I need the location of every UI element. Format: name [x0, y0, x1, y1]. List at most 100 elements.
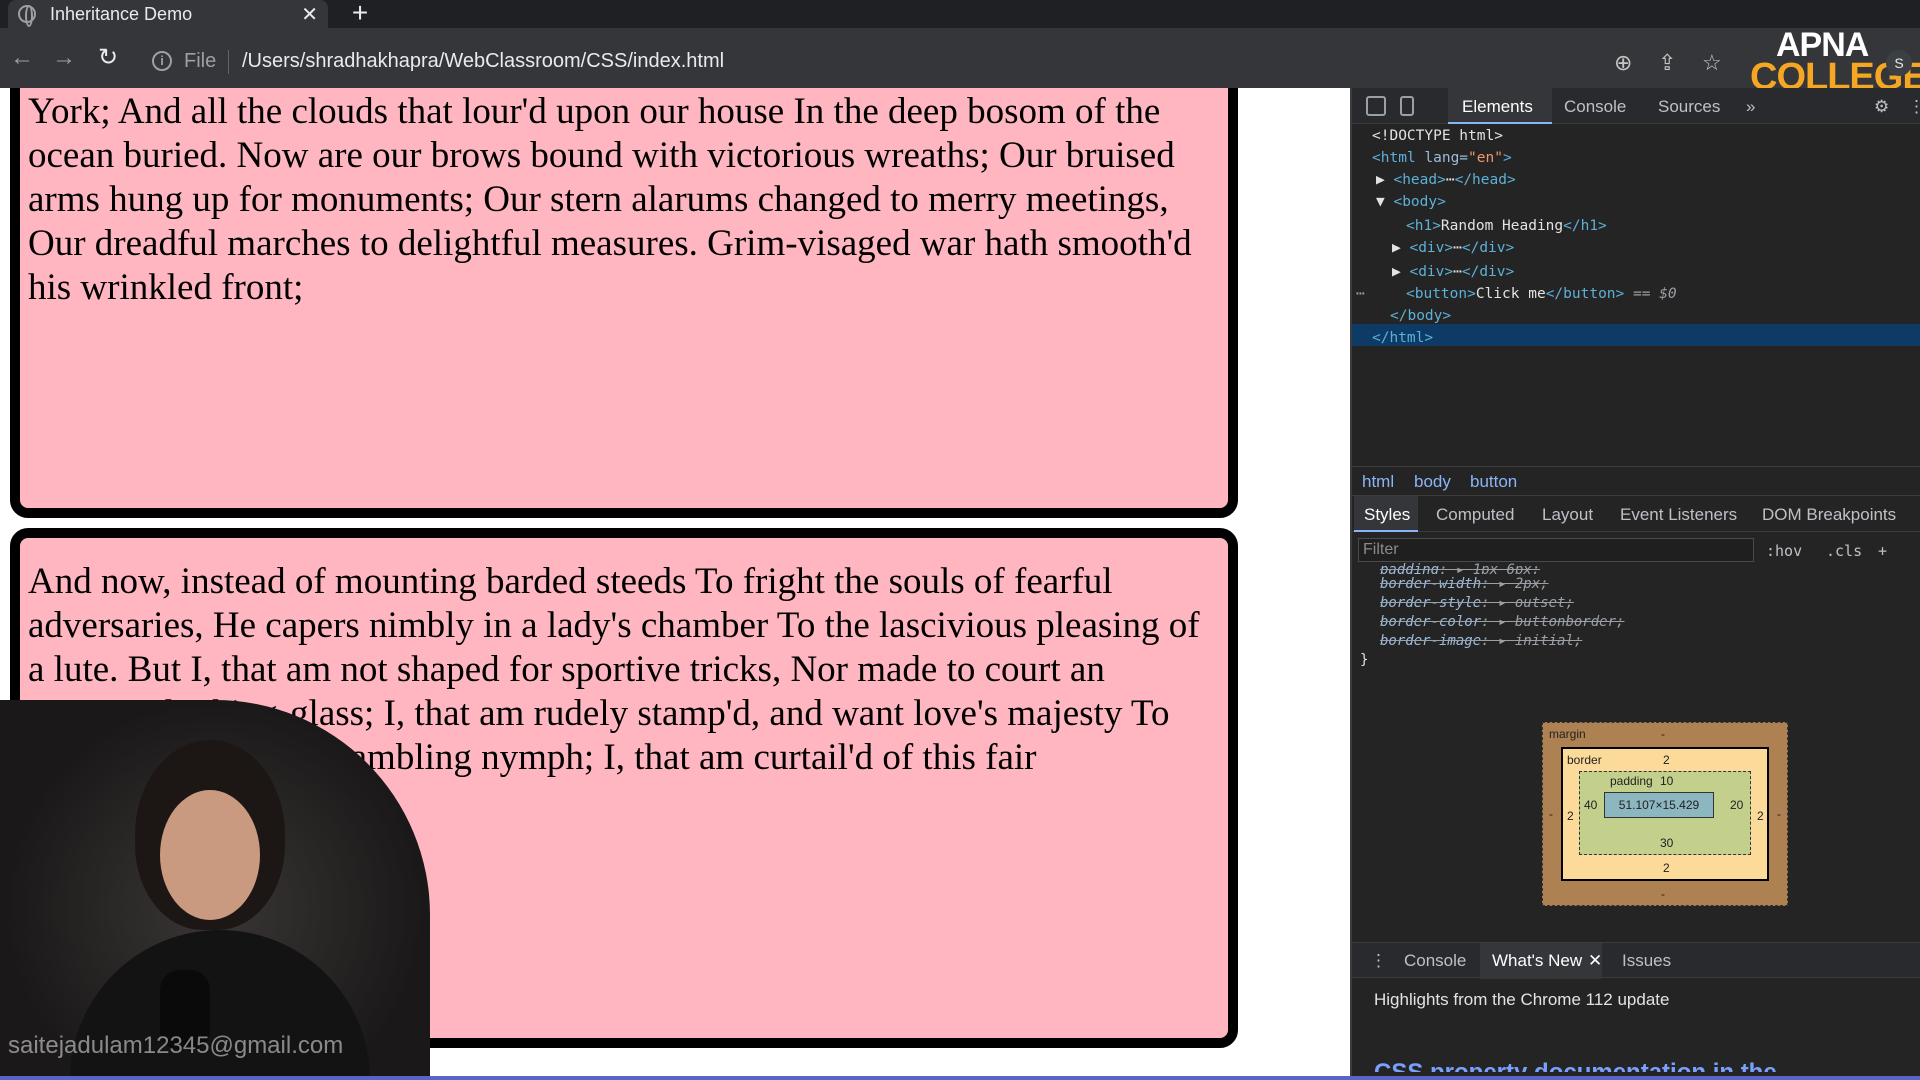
dom-h1[interactable]: <h1>Random Heading</h1> [1406, 218, 1607, 240]
drawer-close-icon[interactable]: ✕ [1588, 951, 1602, 971]
css-decl-border-image[interactable]: border-image: ▸ initial; [1380, 633, 1582, 649]
dom-div-1[interactable]: ▶ <div>⋯</div> [1392, 240, 1514, 262]
head-close-tag: </head> [1454, 172, 1516, 188]
zoom-icon[interactable]: ⊕ [1614, 50, 1632, 76]
info-icon[interactable]: i [152, 51, 172, 71]
padding-left-value[interactable]: 40 [1584, 798, 1597, 812]
margin-top-value[interactable]: - [1661, 727, 1665, 741]
collapsed-ellipsis[interactable]: ⋯ [1453, 264, 1462, 280]
box-model-content[interactable]: 51.107×15.429 [1604, 792, 1714, 818]
border-top-value[interactable]: 2 [1663, 753, 1670, 767]
box-model-padding[interactable]: padding 10 40 20 30 51.107×15.429 [1579, 771, 1751, 855]
expand-arrow-icon[interactable]: ▶ [1376, 172, 1385, 188]
bottom-strip [0, 1076, 1920, 1080]
css-prop: padding [1380, 562, 1440, 574]
tab-layout[interactable]: Layout [1542, 505, 1593, 525]
close-tab-icon[interactable]: ✕ [301, 2, 318, 27]
drawer-tab-whats-new[interactable]: What's New [1492, 951, 1582, 971]
drawer-tab-issues[interactable]: Issues [1622, 951, 1671, 971]
tab-console[interactable]: Console [1564, 97, 1626, 117]
box-model-border[interactable]: border 2 2 2 2 padding 10 40 20 30 51.10… [1561, 747, 1769, 881]
html-attr: lang= [1424, 150, 1469, 166]
styles-filter-input[interactable] [1358, 538, 1754, 562]
profile-avatar[interactable]: S [1886, 50, 1912, 76]
breadcrumb-html[interactable]: html [1362, 472, 1394, 492]
border-label: border [1567, 753, 1602, 767]
css-value: initial; [1514, 633, 1583, 649]
whats-new-article-heading[interactable]: CSS property documentation in the [1374, 1058, 1794, 1072]
padding-bottom-value[interactable]: 30 [1660, 836, 1673, 850]
collapsed-ellipsis[interactable]: ⋯ [1446, 172, 1455, 188]
email-watermark: saitejadulam12345@gmail.com [8, 1032, 344, 1059]
dom-button-selected[interactable]: <button>Click me</button> == $0 [1406, 286, 1677, 308]
padding-right-value[interactable]: 20 [1730, 798, 1743, 812]
tab-elements[interactable]: Elements [1462, 97, 1533, 117]
border-bottom-value[interactable]: 2 [1663, 861, 1670, 875]
css-rule-close: } [1360, 652, 1369, 668]
breadcrumb: html body button [1352, 466, 1920, 496]
div-open-tag: <div> [1409, 264, 1454, 280]
html-open-tag: <html [1372, 150, 1425, 166]
dom-body[interactable]: ▼ <body> [1376, 194, 1446, 216]
breadcrumb-button[interactable]: button [1470, 472, 1517, 492]
drawer-tab-console[interactable]: Console [1404, 951, 1466, 971]
margin-bottom-value[interactable]: - [1661, 887, 1665, 901]
box-model-margin[interactable]: margin - - - - border 2 2 2 2 padding 10… [1542, 722, 1788, 906]
dom-html-close[interactable]: </html> [1372, 330, 1433, 352]
reload-icon[interactable]: ↻ [94, 44, 122, 72]
forward-arrow-icon[interactable]: → [50, 44, 78, 72]
hov-toggle[interactable]: :hov [1766, 542, 1802, 560]
bookmark-star-icon[interactable]: ☆ [1702, 50, 1722, 76]
expand-arrow-icon[interactable]: ▶ [1392, 264, 1401, 280]
more-tabs-icon[interactable]: » [1746, 97, 1755, 117]
doctype-text: <!DOCTYPE html> [1372, 128, 1503, 144]
dom-head[interactable]: ▶ <head>⋯</head> [1376, 172, 1516, 194]
border-left-value[interactable]: 2 [1567, 809, 1574, 823]
dom-doctype[interactable]: <!DOCTYPE html> [1372, 128, 1503, 150]
whats-new-headline: Highlights from the Chrome 112 update [1374, 990, 1670, 1009]
padding-top-value[interactable]: 10 [1660, 774, 1673, 788]
border-right-value[interactable]: 2 [1757, 809, 1764, 823]
css-decl-border-width[interactable]: border-width: ▸ 2px; [1380, 576, 1549, 592]
h1-text: Random Heading [1440, 218, 1564, 234]
breadcrumb-body[interactable]: body [1414, 472, 1451, 492]
css-prop: border-color [1380, 614, 1482, 630]
more-options-icon[interactable]: ⋮ [1908, 97, 1920, 117]
dom-html[interactable]: <html lang="en"> [1372, 150, 1512, 172]
drawer-menu-icon[interactable]: ⋮ [1370, 951, 1387, 971]
tab-event-listeners[interactable]: Event Listeners [1620, 505, 1737, 525]
html-open-end: > [1502, 150, 1512, 166]
body-open-tag: <body> [1393, 194, 1446, 210]
div-close-tag: </div> [1461, 240, 1515, 256]
new-tab-button[interactable]: + [346, 0, 374, 28]
collapsed-ellipsis[interactable]: ⋯ [1453, 240, 1462, 256]
css-decl-padding[interactable]: padding: ▸ 1px 6px; [1380, 562, 1540, 574]
margin-right-value[interactable]: - [1777, 807, 1781, 821]
add-rule-button[interactable]: + [1878, 542, 1887, 560]
tab-sources[interactable]: Sources [1658, 97, 1720, 117]
tab-computed[interactable]: Computed [1436, 505, 1514, 525]
inspect-element-icon[interactable] [1366, 96, 1386, 116]
url-scheme: File [184, 50, 217, 72]
dom-div-2[interactable]: ▶ <div>⋯</div> [1392, 264, 1514, 286]
device-toolbar-icon[interactable] [1400, 96, 1414, 116]
css-decl-border-color[interactable]: border-color: ▸ buttonborder; [1380, 614, 1624, 630]
margin-left-value[interactable]: - [1549, 807, 1553, 821]
browser-tab[interactable]: Inheritance Demo ✕ [8, 0, 328, 28]
address-bar[interactable]: /Users/shradhakhapra/WebClassroom/CSS/in… [242, 50, 724, 73]
collapse-arrow-icon[interactable]: ▼ [1376, 194, 1385, 210]
expand-arrow-icon[interactable]: ▶ [1392, 240, 1401, 256]
dom-body-close[interactable]: </body> [1390, 308, 1451, 330]
css-decl-border-style[interactable]: border-style: ▸ outset; [1380, 595, 1574, 611]
h1-close-tag: </h1> [1563, 218, 1607, 234]
tab-dom-breakpoints[interactable]: DOM Breakpoints [1762, 505, 1896, 525]
settings-gear-icon[interactable]: ⚙ [1874, 97, 1889, 117]
devtools-panel: Elements Console Sources » ⚙ ⋮ <!DOCTYPE… [1350, 88, 1920, 1080]
row-dots-icon[interactable]: ⋯ [1356, 286, 1365, 308]
tab-styles[interactable]: Styles [1364, 505, 1410, 525]
share-icon[interactable]: ⇪ [1658, 50, 1676, 76]
presenter-face [160, 790, 260, 920]
padding-label: padding [1610, 774, 1653, 788]
cls-toggle[interactable]: .cls [1826, 542, 1862, 560]
back-arrow-icon[interactable]: ← [8, 44, 36, 72]
